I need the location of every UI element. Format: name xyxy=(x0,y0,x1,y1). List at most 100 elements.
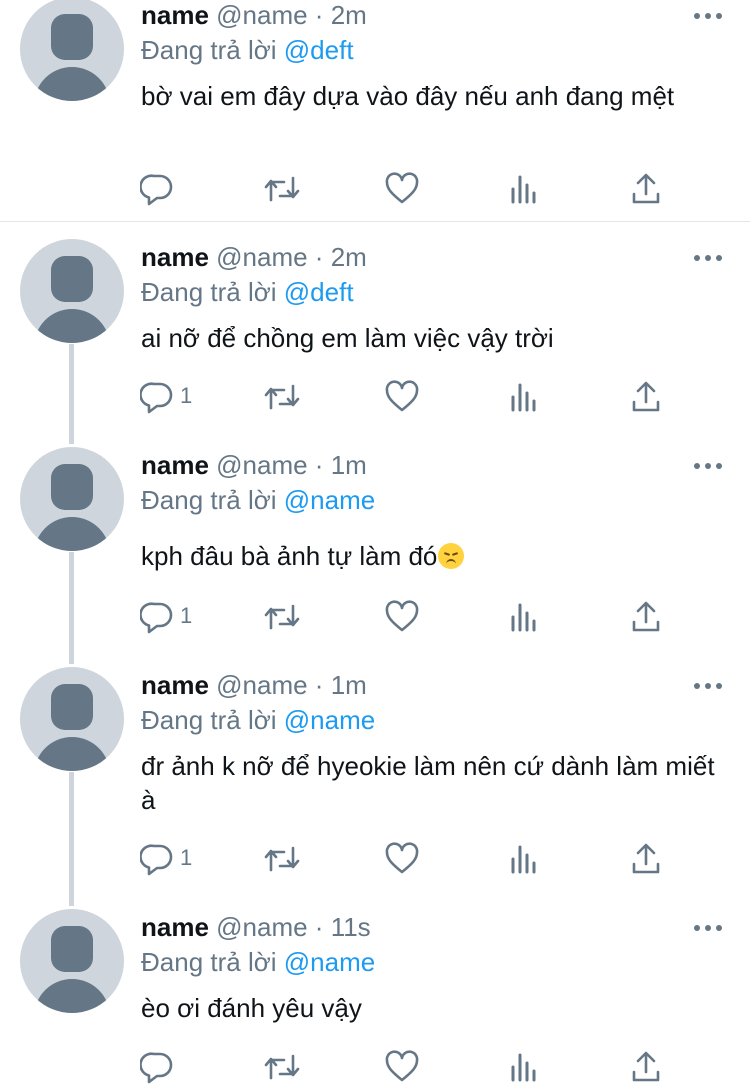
retweet-icon xyxy=(264,604,300,630)
retweet-icon xyxy=(264,384,300,410)
display-name[interactable]: name xyxy=(141,912,209,942)
reply-icon xyxy=(140,1052,173,1084)
tweet-header: name @name · 1m xyxy=(141,450,367,480)
disappointed-face-emoji xyxy=(438,543,465,569)
tweet[interactable]: name @name · 11s Đang trả lời @name èo ơ… xyxy=(0,904,750,1084)
tweet-text: đr ảnh k nỡ để hyeokie làm nên cứ dành l… xyxy=(141,751,715,815)
share-icon xyxy=(632,601,660,632)
like-button[interactable] xyxy=(384,380,420,414)
reply-icon xyxy=(140,382,173,414)
reply-button[interactable]: 1 xyxy=(140,842,200,876)
analytics-icon xyxy=(511,383,536,412)
analytics-icon xyxy=(511,175,536,204)
tweet-text: ai nỡ để chồng em làm việc vậy trời xyxy=(141,323,554,353)
analytics-icon xyxy=(511,1053,536,1082)
tweet[interactable]: name @name · 2m Đang trả lời @deft ai nỡ… xyxy=(0,222,750,442)
handle-time: @name · 11s xyxy=(216,912,371,942)
display-name[interactable]: name xyxy=(141,450,209,480)
retweet-button[interactable] xyxy=(262,1050,302,1084)
tweet-actions: 1 xyxy=(0,842,750,876)
handle-time: @name · 2m xyxy=(216,0,367,30)
share-button[interactable] xyxy=(630,842,662,876)
reply-count: 1 xyxy=(180,603,193,628)
share-button[interactable] xyxy=(630,380,662,414)
share-button[interactable] xyxy=(630,600,662,634)
handle-time: @name · 1m xyxy=(216,670,367,700)
retweet-button[interactable] xyxy=(262,842,302,876)
analytics-button[interactable] xyxy=(509,172,541,206)
avatar-icon[interactable] xyxy=(20,0,124,101)
like-icon xyxy=(385,842,419,874)
replying-label: Đang trả lời xyxy=(141,947,284,977)
tweet[interactable]: name @name · 1m Đang trả lời @name đr ản… xyxy=(0,662,750,904)
tweet-actions xyxy=(0,1050,750,1084)
more-icon[interactable] xyxy=(694,680,722,692)
like-button[interactable] xyxy=(384,1050,420,1084)
analytics-button[interactable] xyxy=(509,842,541,876)
handle-time: @name · 2m xyxy=(216,242,367,272)
tweet-text: kph đâu bà ảnh tự làm đó xyxy=(141,539,731,573)
retweet-icon xyxy=(264,1054,300,1080)
share-icon xyxy=(632,843,660,874)
avatar-icon[interactable] xyxy=(20,909,124,1013)
replying-label: Đang trả lời xyxy=(141,277,284,307)
reply-count: 1 xyxy=(180,845,193,870)
retweet-button[interactable] xyxy=(262,600,302,634)
tweet-header: name @name · 1m xyxy=(141,670,367,700)
analytics-button[interactable] xyxy=(509,1050,541,1084)
reply-icon xyxy=(140,174,173,206)
analytics-button[interactable] xyxy=(509,380,541,414)
tweet-text-content: kph đâu bà ảnh tự làm đó xyxy=(141,541,438,571)
analytics-button[interactable] xyxy=(509,600,541,634)
tweet-text: èo ơi đánh yêu vậy xyxy=(141,993,362,1023)
mention-link[interactable]: @name xyxy=(284,947,375,977)
mention-link[interactable]: @deft xyxy=(284,35,354,65)
share-button[interactable] xyxy=(630,172,662,206)
replying-to: Đang trả lời @name xyxy=(141,705,375,735)
share-button[interactable] xyxy=(630,1050,662,1084)
analytics-icon xyxy=(511,603,536,632)
mention-link[interactable]: @deft xyxy=(284,277,354,307)
retweet-button[interactable] xyxy=(262,380,302,414)
more-icon[interactable] xyxy=(694,460,722,472)
reply-button[interactable]: 1 xyxy=(140,380,200,414)
tweet-header: name @name · 2m xyxy=(141,0,367,30)
like-icon xyxy=(385,1050,419,1082)
reply-icon xyxy=(140,602,173,634)
replying-label: Đang trả lời xyxy=(141,35,284,65)
like-button[interactable] xyxy=(384,842,420,876)
display-name[interactable]: name xyxy=(141,670,209,700)
more-icon[interactable] xyxy=(694,922,722,934)
share-icon xyxy=(632,1051,660,1082)
reply-button[interactable] xyxy=(140,172,176,206)
avatar-icon[interactable] xyxy=(20,447,124,551)
retweet-button[interactable] xyxy=(262,172,302,206)
mention-link[interactable]: @name xyxy=(284,705,375,735)
replying-to: Đang trả lời @deft xyxy=(141,35,354,65)
mention-link[interactable]: @name xyxy=(284,485,375,515)
tweet-header: name @name · 11s xyxy=(141,912,371,942)
reply-button[interactable] xyxy=(140,1050,200,1084)
avatar-icon[interactable] xyxy=(20,667,124,771)
tweet-header: name @name · 2m xyxy=(141,242,367,272)
like-button[interactable] xyxy=(384,600,420,634)
tweet[interactable]: name @name · 1m Đang trả lời @name kph đ… xyxy=(0,442,750,662)
tweet[interactable]: name @name · 2m Đang trả lời @deft bờ va… xyxy=(0,0,750,222)
reply-button[interactable]: 1 xyxy=(140,600,200,634)
display-name[interactable]: name xyxy=(141,242,209,272)
more-icon[interactable] xyxy=(694,10,722,22)
like-button[interactable] xyxy=(384,172,420,206)
avatar-icon[interactable] xyxy=(20,239,124,343)
tweet-actions xyxy=(0,172,750,206)
replying-label: Đang trả lời xyxy=(141,485,284,515)
replying-to: Đang trả lời @name xyxy=(141,947,375,977)
more-icon[interactable] xyxy=(694,252,722,264)
tweet-text: bờ vai em đây dựa vào đây nếu anh đang m… xyxy=(141,81,675,111)
tweet-actions: 1 xyxy=(0,380,750,414)
replying-label: Đang trả lời xyxy=(141,705,284,735)
tweet-actions: 1 xyxy=(0,600,750,634)
display-name[interactable]: name xyxy=(141,0,209,30)
handle-time: @name · 1m xyxy=(216,450,367,480)
like-icon xyxy=(385,380,419,412)
retweet-icon xyxy=(264,176,300,202)
